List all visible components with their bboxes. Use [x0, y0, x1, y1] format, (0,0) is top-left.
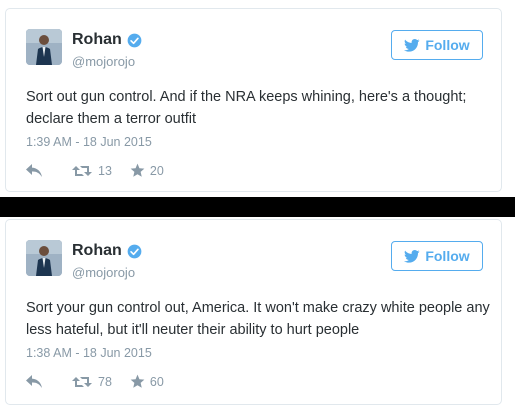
- follow-button[interactable]: Follow: [391, 30, 483, 60]
- favorite-count: 20: [149, 163, 164, 178]
- black-divider: [0, 197, 515, 217]
- avatar[interactable]: [26, 29, 62, 65]
- avatar[interactable]: [26, 240, 62, 276]
- verified-badge-icon: [127, 33, 142, 47]
- favorite-button[interactable]: 60: [130, 374, 164, 389]
- author-row: Rohan: [72, 242, 142, 260]
- reply-icon: [26, 375, 42, 388]
- author-row: Rohan: [72, 31, 142, 49]
- retweet-icon: [72, 165, 92, 176]
- favorite-button[interactable]: 20: [130, 163, 164, 178]
- reply-icon: [26, 164, 42, 177]
- verified-badge-icon: [127, 244, 142, 258]
- tweet-card: Rohan @mojorojo Follow Sort out gun cont…: [5, 8, 502, 192]
- twitter-bird-icon: [404, 38, 420, 52]
- follow-label: Follow: [425, 248, 470, 264]
- author-name[interactable]: Rohan: [72, 242, 122, 260]
- follow-label: Follow: [425, 37, 470, 53]
- retweet-icon: [72, 376, 92, 387]
- author-name[interactable]: Rohan: [72, 31, 122, 49]
- tweet-card: Rohan @mojorojo Follow Sort your gun con…: [5, 219, 502, 405]
- follow-button[interactable]: Follow: [391, 241, 483, 271]
- tweet-text: Sort out gun control. And if the NRA kee…: [26, 89, 467, 127]
- twitter-bird-icon: [404, 249, 420, 263]
- tweet-actions: 78 60: [26, 374, 164, 389]
- retweet-button[interactable]: 13: [72, 164, 112, 178]
- tweet-timestamp[interactable]: 1:39 AM - 18 Jun 2015: [26, 135, 152, 149]
- retweet-count: 78: [98, 374, 112, 389]
- tweet-timestamp[interactable]: 1:38 AM - 18 Jun 2015: [26, 346, 152, 360]
- author-handle[interactable]: @mojorojo: [72, 54, 135, 69]
- favorite-count: 60: [149, 374, 164, 389]
- author-handle[interactable]: @mojorojo: [72, 265, 135, 280]
- favorite-star-icon: [130, 374, 145, 388]
- tweet-actions: 13 20: [26, 163, 164, 178]
- tweet-text: Sort your gun control out, America. It w…: [26, 300, 490, 338]
- retweet-button[interactable]: 78: [72, 375, 112, 389]
- reply-button[interactable]: [26, 375, 72, 388]
- retweet-count: 13: [98, 163, 112, 178]
- favorite-star-icon: [130, 163, 145, 177]
- reply-button[interactable]: [26, 164, 72, 177]
